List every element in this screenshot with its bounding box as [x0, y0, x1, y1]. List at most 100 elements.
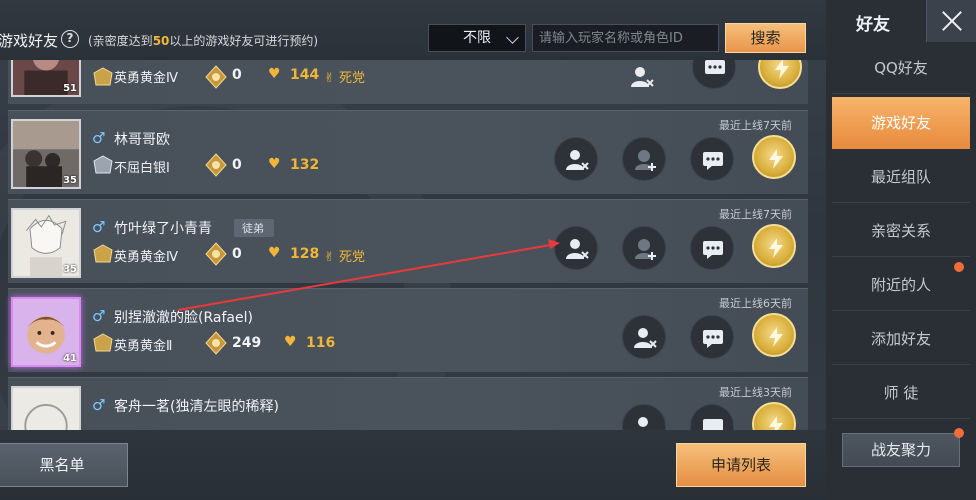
header-bar: 游戏好友 ? (亲密度达到50以上的游戏好友可进行预约) 不限 搜索: [0, 0, 826, 60]
heart-icon: ♥: [284, 334, 297, 350]
hint-text: (亲密度达到50以上的游戏好友可进行预约): [88, 32, 318, 49]
intimacy-value: 144: [290, 67, 320, 83]
avatar-level: 41: [63, 353, 77, 364]
heart-icon: ♥: [268, 156, 281, 172]
avatar[interactable]: 35: [11, 119, 81, 189]
search-button[interactable]: 搜索: [725, 23, 806, 53]
notification-dot: [954, 262, 964, 272]
rally-button[interactable]: 战友聚力: [842, 433, 960, 467]
sidebar-item-add-friend[interactable]: 添加好友: [832, 313, 970, 365]
filter-dropdown[interactable]: 不限: [428, 24, 526, 52]
avatar[interactable]: 51: [11, 60, 81, 97]
hint-suffix: 以上的游戏好友可进行预约): [169, 34, 319, 48]
chat-button[interactable]: [690, 315, 734, 359]
help-icon[interactable]: ?: [61, 30, 79, 48]
chat-icon: [705, 60, 725, 74]
lightning-icon: [775, 60, 789, 79]
sidebar-item-mentor[interactable]: 师 徒: [832, 367, 970, 419]
send-energy-button[interactable]: [752, 135, 796, 179]
friend-row[interactable]: 35 ♂ 竹叶绿了小青青 徒弟 最近上线7天前 英勇黄金Ⅳ 0 ♥ 128 ✌ …: [8, 199, 808, 283]
rank-gold-icon: [93, 67, 113, 86]
chat-button[interactable]: [690, 404, 734, 430]
last-online: 最近上线7天前: [719, 119, 792, 132]
friends-panel: 51 英勇黄金Ⅳ 0 ♥ 144 ✌ 死党 35 ♂ 林哥哥欧 最近上线7天前 …: [0, 0, 826, 500]
chat-button[interactable]: [690, 137, 734, 181]
hint-prefix: (亲密度达到: [88, 34, 153, 48]
remove-friend-button[interactable]: [622, 315, 666, 359]
blacklist-button[interactable]: 黑名单: [0, 443, 128, 487]
friend-name: 林哥哥欧: [114, 132, 170, 148]
sidebar-item-recent-team[interactable]: 最近组队: [832, 151, 970, 203]
intimacy-value: 132: [290, 157, 320, 173]
last-online: 最近上线6天前: [719, 297, 792, 310]
avatar[interactable]: [11, 386, 81, 430]
page-title: 游戏好友: [0, 32, 59, 50]
score-value: 249: [232, 335, 262, 351]
friend-row[interactable]: 41 ♂ 别捏澈澈的脸(Rafael) 最近上线6天前 英勇黄金Ⅱ 249 ♥ …: [8, 288, 808, 372]
chat-button[interactable]: [692, 60, 736, 89]
remove-friend-icon: [631, 67, 654, 87]
remove-friend-icon: [566, 239, 589, 259]
remove-friend-button[interactable]: [622, 404, 666, 430]
intimacy-value: 128: [290, 246, 320, 262]
friend-name: 客舟一茗(独清左眼的稀释): [114, 399, 279, 415]
send-energy-button[interactable]: [752, 313, 796, 357]
friend-row[interactable]: 51 英勇黄金Ⅳ 0 ♥ 144 ✌ 死党: [8, 60, 808, 104]
score-value: 0: [232, 157, 242, 173]
remove-friend-icon: [638, 417, 648, 427]
hint-number: 50: [152, 34, 170, 48]
chat-icon: [703, 152, 723, 170]
medal-icon: [205, 153, 227, 177]
lightning-icon: [769, 327, 783, 347]
medal-icon: [205, 331, 227, 355]
sidebar: 好友 QQ好友 游戏好友 最近组队 亲密关系 附近的人 添加好友 师 徒 战友聚…: [826, 0, 976, 500]
invite-team-button[interactable]: [622, 226, 666, 270]
sidebar-item-game-friends[interactable]: 游戏好友: [832, 97, 970, 149]
remove-friend-button[interactable]: [620, 60, 664, 99]
score-value: 0: [232, 246, 242, 262]
last-online: 最近上线3天前: [719, 386, 792, 399]
lightning-icon: [769, 238, 783, 258]
sidebar-item-intimacy[interactable]: 亲密关系: [832, 205, 970, 257]
close-button[interactable]: [926, 0, 976, 42]
friend-row[interactable]: 35 ♂ 林哥哥欧 最近上线7天前 不屈白银Ⅰ 0 ♥ 132: [8, 110, 808, 194]
avatar-level: 51: [63, 83, 77, 94]
male-icon: ♂: [92, 396, 106, 414]
medal-icon: [205, 242, 227, 266]
remove-friend-button[interactable]: [554, 137, 598, 181]
invite-team-button[interactable]: [622, 137, 666, 181]
friend-list[interactable]: 51 英勇黄金Ⅳ 0 ♥ 144 ✌ 死党 35 ♂ 林哥哥欧 最近上线7天前 …: [0, 60, 808, 430]
avatar-level: 35: [63, 264, 77, 275]
score-value: 0: [232, 67, 242, 83]
last-online: 最近上线7天前: [719, 208, 792, 221]
heart-icon: ♥: [268, 245, 281, 261]
rank-label: 英勇黄金Ⅳ: [114, 250, 178, 265]
rank-gold-icon: [93, 333, 113, 352]
sidebar-item-qq-friends[interactable]: QQ好友: [832, 42, 970, 94]
send-energy-button[interactable]: [752, 402, 796, 430]
avatar-level: 35: [63, 175, 77, 186]
send-energy-button[interactable]: [758, 60, 802, 89]
sidebar-item-nearby[interactable]: 附近的人: [832, 259, 970, 311]
remove-friend-icon: [634, 328, 657, 348]
friend-name: 竹叶绿了小青青: [114, 221, 212, 237]
rank-label: 英勇黄金Ⅳ: [114, 71, 178, 86]
apply-list-button[interactable]: 申请列表: [676, 443, 806, 487]
chat-icon: [703, 419, 723, 430]
male-icon: ♂: [92, 129, 106, 147]
filter-value: 不限: [463, 30, 491, 46]
chat-icon: [703, 330, 723, 348]
notification-dot: [954, 428, 964, 438]
male-icon: ♂: [92, 307, 106, 325]
search-input[interactable]: [532, 24, 719, 52]
chevron-down-icon: [506, 31, 519, 44]
chat-button[interactable]: [690, 226, 734, 270]
remove-friend-button[interactable]: [554, 226, 598, 270]
friend-row[interactable]: ♂ 客舟一茗(独清左眼的稀释) 最近上线3天前: [8, 377, 808, 430]
avatar[interactable]: 41: [11, 297, 81, 367]
lightning-icon: [769, 149, 783, 169]
send-energy-button[interactable]: [752, 224, 796, 268]
relation-badge: ✌ 死党: [324, 71, 366, 86]
avatar[interactable]: 35: [11, 208, 81, 278]
relation-label: 死党: [339, 71, 366, 86]
